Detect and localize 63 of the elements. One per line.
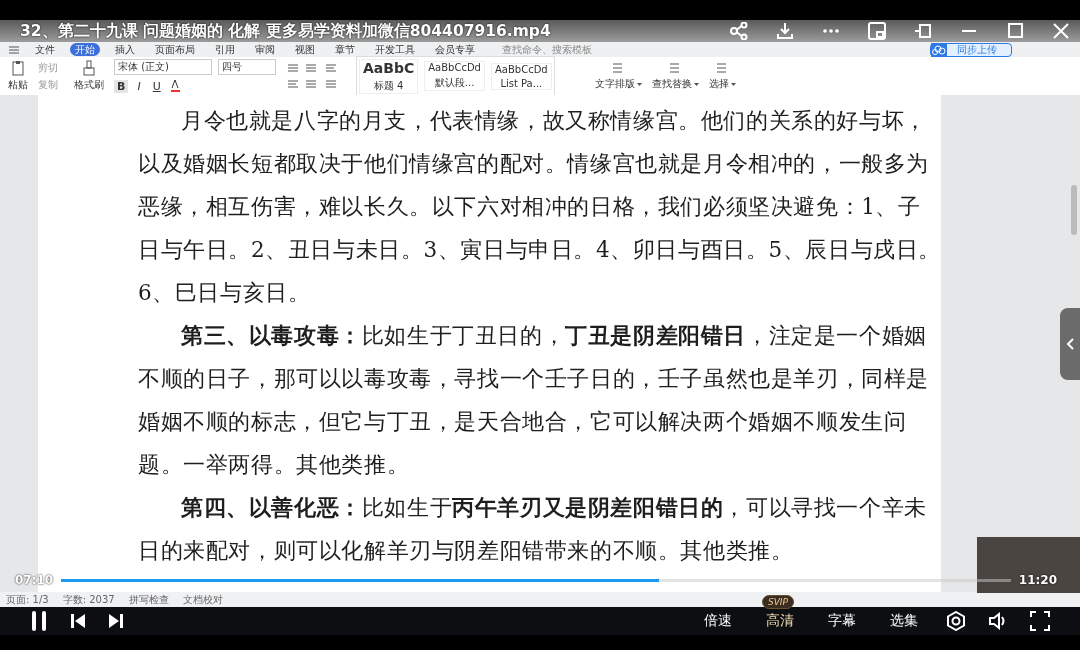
maximize-icon[interactable] (1006, 22, 1024, 40)
style-name[interactable]: List Pa... (500, 77, 543, 89)
paste-button[interactable]: 粘贴 (8, 78, 28, 92)
font-name-dropdown[interactable]: 宋体 (正文) (114, 59, 212, 75)
spell-check-button[interactable]: 拼写检查 (128, 592, 169, 607)
player-option-button[interactable]: 字幕 (822, 612, 862, 630)
previous-icon[interactable] (70, 612, 86, 630)
download-icon[interactable] (776, 22, 794, 40)
progress-track[interactable] (61, 578, 1011, 582)
style-sample[interactable]: AaBbCcDd (428, 62, 481, 73)
close-icon[interactable] (1052, 22, 1070, 40)
tool-button[interactable]: 选择 (708, 77, 729, 91)
format-button[interactable]: B (114, 79, 129, 93)
next-icon[interactable] (108, 612, 124, 630)
brush-icon (81, 60, 97, 76)
clipboard-icon (10, 60, 26, 76)
chevron-left-icon (1065, 338, 1075, 350)
total-time: 11:20 (1018, 573, 1057, 587)
menu-tab[interactable]: 视图 (290, 43, 320, 56)
format-button[interactable]: U (149, 79, 164, 93)
fullscreen-icon[interactable] (1030, 611, 1050, 631)
caret-icon (730, 81, 736, 87)
menu-tab[interactable]: 章节 (330, 43, 360, 56)
share-icon[interactable] (730, 22, 748, 40)
menu-tab[interactable]: 开始 (70, 43, 100, 56)
proofread-button[interactable]: 文档校对 (182, 592, 223, 607)
player-option-button[interactable]: 选集 (884, 612, 924, 630)
format-painter-button[interactable]: 格式刷 (74, 78, 104, 92)
page-count: 页面: 1/3 (6, 592, 49, 607)
pin-icon[interactable] (914, 22, 932, 40)
current-time: 07:10 (15, 573, 54, 587)
scrollbar[interactable] (1071, 185, 1077, 235)
settings-icon[interactable] (946, 611, 966, 631)
font-size-dropdown[interactable]: 四号 (218, 59, 276, 75)
menu-tab[interactable]: 插入 (110, 43, 140, 56)
tool-button[interactable]: 文字排版 (594, 77, 635, 91)
caret-icon (636, 81, 642, 87)
menu-tab[interactable]: 审阅 (250, 43, 280, 56)
format-button[interactable]: I (134, 79, 144, 93)
style-name[interactable]: 默认段... (434, 76, 475, 90)
video-title: 32、第二十九课 问题婚姻的 化解 更多易学资料加微信804407916.mp4 (20, 20, 552, 42)
menu-tab[interactable]: 引用 (210, 43, 240, 56)
paragraph: 第四、以善化恶：比如生于丙午羊刃又是阴差阳错日的，可以寻找一个辛未日的来配对，则可以化解羊刃与阴差阳错带来的不顺。其他类推。 (138, 494, 928, 565)
menu-tab[interactable]: 开发工具 (370, 43, 420, 56)
picture-in-picture-icon[interactable] (868, 22, 886, 40)
caret-icon (693, 81, 699, 87)
vip-badge: SVIP (762, 595, 794, 609)
tool-button[interactable]: 查找替换 (651, 77, 692, 91)
paragraph: 月令也就是八字的月支，代表情缘，故又称情缘宫。他们的关系的好与坏，以及婚姻长短都取决于他们情缘宫的配对。情缘宫也就是月令相冲的，一般多为恶缘，相互伤害，难以长久。以下六对相冲的日格，我们必须坚决避免：1、子日与午日。2、丑日与未日。3、寅日与申日。4、卯日与酉日。5、辰日与戌日。6、巳日与亥日。 (138, 107, 941, 307)
paragraph: 第三、以毒攻毒：比如生于丁丑日的，丁丑是阴差阳错日，注定是一个婚姻不顺的日子，那可以以毒攻毒，寻找一个壬子日的，壬子虽然也是羊刃，同样是婚姻不顺的标志，但它与丁丑，是天合地合，它可以解决两个婚姻不顺发生问题。一举两得。其他类推。 (138, 322, 930, 479)
pause-icon[interactable] (30, 610, 48, 632)
player-option-button[interactable]: 倍速 (698, 612, 738, 630)
style-sample[interactable]: AaBbCcDd (494, 63, 548, 75)
upload-button[interactable]: 同步上传 (930, 42, 1012, 57)
menu-tab[interactable]: 页面布局 (150, 43, 200, 56)
menu-tab[interactable]: 会员专享 (430, 43, 480, 56)
player-option-button[interactable]: 高清 (760, 612, 800, 630)
word-count: 字数: 2037 (62, 592, 115, 607)
style-sample[interactable]: AaBbC (363, 59, 415, 76)
font-color-icon (169, 79, 181, 93)
style-name[interactable]: 标题 4 (373, 78, 404, 93)
menu-tab[interactable]: 文件 (30, 43, 60, 56)
side-panel-handle[interactable] (1060, 308, 1080, 380)
